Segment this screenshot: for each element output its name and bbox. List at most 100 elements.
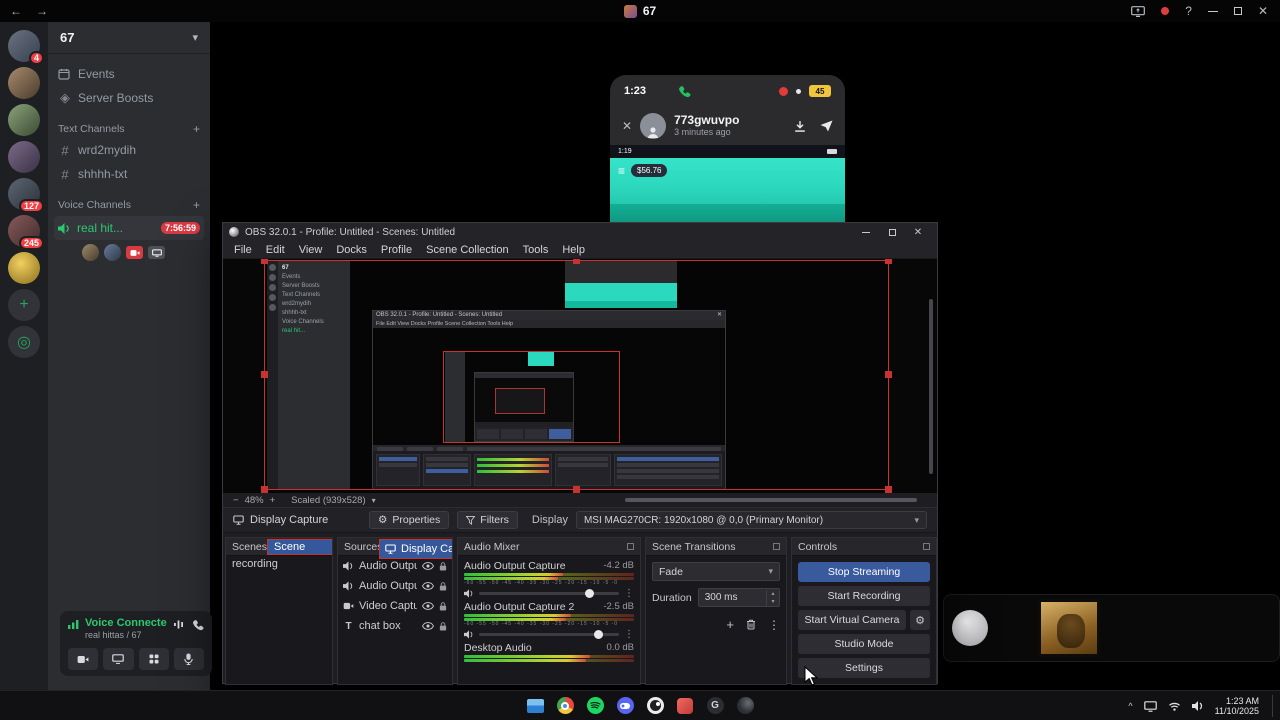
noise-suppression-icon[interactable] xyxy=(173,619,184,631)
resize-handle[interactable] xyxy=(885,371,892,378)
voice-channels-header[interactable]: Voice Channels + xyxy=(48,196,210,214)
server-avatar[interactable] xyxy=(8,141,40,173)
display-tray-icon[interactable] xyxy=(1143,700,1157,712)
camera-button[interactable] xyxy=(68,648,99,670)
resize-handle[interactable] xyxy=(261,371,268,378)
scaled-resolution[interactable]: Scaled (939x528) xyxy=(291,495,365,506)
zoom-in-icon[interactable]: + xyxy=(270,495,276,506)
resize-handle[interactable] xyxy=(885,259,892,264)
eye-icon[interactable] xyxy=(422,622,434,630)
menu-docks[interactable]: Docks xyxy=(329,241,374,259)
phone-screen-mirror[interactable]: 1:19 ≡ $56.76 xyxy=(610,145,845,222)
stream-preview-tile[interactable] xyxy=(943,594,1280,662)
resize-handle[interactable] xyxy=(885,486,892,493)
soundboard-button[interactable] xyxy=(173,648,204,670)
eye-icon[interactable] xyxy=(422,602,434,610)
maximize-button[interactable] xyxy=(1233,7,1242,15)
scene-item-recording[interactable]: recording xyxy=(226,556,332,572)
forward-icon[interactable]: → xyxy=(36,5,48,17)
phone-notification[interactable]: ✕ 773gwuvpo 3 minutes ago xyxy=(610,107,845,145)
remove-transition-icon[interactable] xyxy=(746,619,756,630)
obs-titlebar[interactable]: OBS 32.0.1 - Profile: Untitled - Scenes:… xyxy=(223,223,937,241)
voice-channel-detail[interactable]: real hittas / 67 xyxy=(85,630,167,641)
taskbar-icon-chrome[interactable] xyxy=(552,693,578,719)
taskbar-icon-spotify[interactable] xyxy=(582,693,608,719)
transition-select[interactable]: Fade ▾ xyxy=(652,562,780,581)
menu-scene-collection[interactable]: Scene Collection xyxy=(419,241,516,259)
add-channel-icon[interactable]: + xyxy=(193,122,200,136)
display-select[interactable]: MSI MAG270CR: 1920x1080 @ 0,0 (Primary M… xyxy=(575,511,927,529)
help-icon[interactable]: ? xyxy=(1185,5,1192,17)
stop-streaming-button[interactable]: Stop Streaming xyxy=(798,562,930,582)
menu-file[interactable]: File xyxy=(227,241,259,259)
server-avatar[interactable]: 127 xyxy=(8,178,44,213)
preview-horizontal-scrollbar[interactable] xyxy=(624,498,917,502)
properties-button[interactable]: ⚙ Properties xyxy=(369,511,450,529)
menu-edit[interactable]: Edit xyxy=(259,241,292,259)
taskbar-icon-discord[interactable] xyxy=(612,693,638,719)
wifi-tray-icon[interactable] xyxy=(1168,701,1181,711)
start-recording-button[interactable]: Start Recording xyxy=(798,586,930,606)
participant-avatar[interactable] xyxy=(82,244,99,261)
lock-icon[interactable] xyxy=(439,621,447,631)
taskbar-icon-ghub[interactable]: G xyxy=(702,693,728,719)
show-desktop-button[interactable] xyxy=(1272,695,1274,717)
participant-avatar[interactable] xyxy=(104,244,121,261)
taskbar-icon-app[interactable] xyxy=(732,693,758,719)
scene-item-scene[interactable]: Scene xyxy=(267,539,332,555)
resize-handle[interactable] xyxy=(572,486,580,493)
lock-icon[interactable] xyxy=(439,581,447,591)
text-channels-header[interactable]: Text Channels + xyxy=(48,120,210,138)
source-display-capture[interactable]: Display Capt xyxy=(379,539,452,559)
resize-handle[interactable] xyxy=(572,259,580,264)
close-button[interactable]: ✕ xyxy=(1258,5,1268,17)
volume-tray-icon[interactable] xyxy=(1191,701,1204,711)
taskbar-icon-files[interactable] xyxy=(522,693,548,719)
activities-button[interactable] xyxy=(138,648,169,670)
menu-view[interactable]: View xyxy=(292,241,330,259)
taskbar-clock[interactable]: 1:23 AM 11/10/2025 xyxy=(1215,696,1259,717)
server-avatar[interactable] xyxy=(8,252,40,284)
screenshare-icon[interactable] xyxy=(1131,5,1146,17)
menu-tools[interactable]: Tools xyxy=(516,241,556,259)
add-channel-icon[interactable]: + xyxy=(193,198,200,212)
download-icon[interactable] xyxy=(794,120,806,132)
studio-mode-button[interactable]: Studio Mode xyxy=(798,634,930,654)
eye-icon[interactable] xyxy=(422,582,434,590)
tray-expand-icon[interactable]: ^ xyxy=(1128,701,1132,711)
chevron-down-icon[interactable]: ▾ xyxy=(372,496,376,505)
send-icon[interactable] xyxy=(820,120,833,132)
volume-slider[interactable] xyxy=(479,589,619,598)
minimize-button[interactable] xyxy=(1207,10,1218,12)
add-server-button[interactable]: + xyxy=(8,289,40,321)
channel-wrd2mydih[interactable]: # wrd2mydih xyxy=(48,138,210,162)
virtual-camera-button[interactable]: Start Virtual Camera xyxy=(798,610,906,630)
server-avatar[interactable]: 245 xyxy=(8,215,44,250)
disconnect-call-icon[interactable] xyxy=(192,619,204,631)
speaker-icon[interactable] xyxy=(464,630,474,639)
virtual-camera-settings-button[interactable]: ⚙ xyxy=(910,610,930,630)
duration-spinbox[interactable]: 300 ms ▴ ▾ xyxy=(697,588,780,607)
server-avatar[interactable]: 4 xyxy=(8,30,44,65)
voice-channel-real-hit[interactable]: real hit... 7:56:59 xyxy=(54,216,204,240)
dismiss-notification-icon[interactable]: ✕ xyxy=(622,119,632,133)
controls-dock-header[interactable]: Controls xyxy=(792,538,936,556)
resize-handle[interactable] xyxy=(261,259,268,264)
add-transition-icon[interactable]: + xyxy=(726,617,734,632)
zoom-out-icon[interactable]: − xyxy=(233,495,239,506)
lock-icon[interactable] xyxy=(439,561,447,571)
source-audio-output-2[interactable]: Audio Outpu xyxy=(338,576,452,596)
taskbar-icon-game[interactable] xyxy=(672,693,698,719)
obs-close-button[interactable]: ✕ xyxy=(905,223,931,241)
volume-slider[interactable] xyxy=(479,630,619,639)
eye-icon[interactable] xyxy=(422,562,434,570)
taskbar-icon-obs[interactable] xyxy=(642,693,668,719)
source-chat-box[interactable]: T chat box xyxy=(338,616,452,636)
menu-help[interactable]: Help xyxy=(555,241,592,259)
selected-source-bounds[interactable]: 67 Events Server Boosts Text Channels wr… xyxy=(261,259,892,493)
preview-vertical-scrollbar[interactable] xyxy=(929,299,933,474)
transitions-dock-header[interactable]: Scene Transitions xyxy=(646,538,786,556)
channel-menu-icon[interactable]: ⋮ xyxy=(624,629,634,640)
source-video-capture[interactable]: Video Captur xyxy=(338,596,452,616)
lock-icon[interactable] xyxy=(439,601,447,611)
